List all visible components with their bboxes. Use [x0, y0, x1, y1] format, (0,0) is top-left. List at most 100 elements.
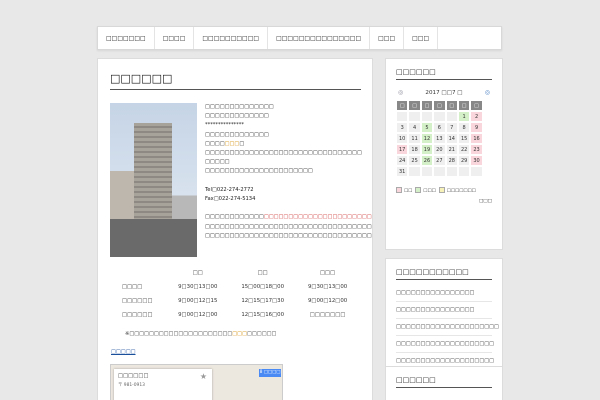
- hours-col-saturday: □□□: [319, 270, 336, 276]
- legend-item: □□: [396, 187, 412, 194]
- info-line: □□□□□□□□□□□□□: [205, 113, 269, 120]
- map-place-card: □□□□□□ 〒 981-0913 ★: [114, 369, 212, 400]
- description: □□□□□□□□□□□□□□□□□□□□□□□□□□□□□□□□□□□□□□□□…: [205, 214, 373, 221]
- map-link[interactable]: □□□□□: [111, 349, 360, 355]
- hours-header-row: □□ □□ □□□: [118, 266, 360, 280]
- calendar-weekday: □: [408, 100, 421, 111]
- map-place-title: □□□□□□: [118, 373, 149, 379]
- calendar-day[interactable]: 22: [457, 144, 471, 155]
- calendar-day[interactable]: 14: [445, 133, 458, 144]
- calendar-empty-cell: [457, 166, 471, 177]
- calendar-day[interactable]: 12: [420, 133, 434, 144]
- calendar-day[interactable]: 25: [408, 155, 421, 166]
- calendar-day[interactable]: 19: [420, 144, 434, 155]
- calendar-empty-cell: [396, 111, 409, 122]
- calendar-legend: □□ □□□ □□□□□□□: [396, 187, 492, 194]
- info-line: □□□□□□□□□□□□□□: [205, 104, 274, 110]
- legend-item: □□□□□□□: [438, 187, 476, 194]
- calendar-day[interactable]: 20: [433, 144, 446, 155]
- clinic-intro: □□□□□□□□□□□□□□ □□□□□□□□□□□□□ ***********…: [110, 103, 372, 257]
- calendar-widget-title: □□□□□□: [396, 68, 492, 80]
- calendar-day[interactable]: 6: [433, 122, 446, 133]
- news-link[interactable]: □□□□□□□□□□□□□□□□□□□□: [396, 336, 494, 353]
- prev-month-icon[interactable]: ◎: [398, 89, 403, 96]
- calendar-day[interactable]: 15: [457, 133, 471, 144]
- calendar-day[interactable]: 2: [470, 111, 483, 122]
- calendar-day[interactable]: 13: [433, 133, 446, 144]
- nav-item-3[interactable]: □□□□□□□□□□: [194, 27, 269, 49]
- news-list: □□□□□□□□□□□□□□□□ □□□□□□□□□□□□□□□□ □□□□□□…: [396, 285, 499, 370]
- top-navigation: □□□□□□□ □□□□ □□□□□□□□□□ □□□□□□□□□□□□□□□ …: [97, 26, 502, 50]
- nav-item-5[interactable]: □□□: [370, 27, 405, 49]
- calendar-empty-cell: [433, 166, 446, 177]
- calendar-day[interactable]: 9: [470, 122, 483, 133]
- calendar-weekday: □: [457, 100, 471, 111]
- clinic-info: □□□□□□□□□□□□□□ □□□□□□□□□□□□□ ***********…: [205, 103, 373, 257]
- third-widget: □□□□□□: [385, 366, 503, 400]
- info-line: □□□□□□□□□□□□□: [205, 131, 269, 138]
- calendar-more-link[interactable]: □□□: [396, 199, 492, 204]
- nav-item-4[interactable]: □□□□□□□□□□□□□□□: [268, 27, 371, 49]
- calendar-day[interactable]: 10: [396, 133, 409, 144]
- info-line: □□□□□□□□□□□□□□□□□□□□□□: [205, 168, 313, 175]
- news-link[interactable]: □□□□□□□□□□□□□□□□□□□□□: [396, 319, 499, 336]
- calendar-day[interactable]: 24: [396, 155, 409, 166]
- calendar-day[interactable]: 21: [445, 144, 458, 155]
- hours-row: □□□□ 9□30□13□00 15□00□18□00 9□30□13□00: [122, 284, 348, 290]
- page-title: □□□□□□: [110, 72, 361, 90]
- next-month-icon[interactable]: ◎: [485, 89, 490, 96]
- calendar-empty-cell: [408, 166, 421, 177]
- tel-number: Tel□022-274-2772: [205, 186, 254, 193]
- info-line: □□□□□□□□□□□□□□□□□□□□□□□□□□□□□□□□: [205, 150, 362, 157]
- info-line: □□□□□□□□: [205, 140, 245, 147]
- calendar-weekday: □: [433, 100, 446, 111]
- legend-item: □□□: [415, 187, 436, 194]
- calendar-day[interactable]: 17: [396, 144, 409, 155]
- star-icon[interactable]: ★: [200, 372, 207, 381]
- fax-number: Fax□022-274-5134: [205, 196, 256, 203]
- calendar-day[interactable]: 16: [470, 133, 483, 144]
- map-directions-button[interactable]: 8 □□□□: [259, 369, 281, 377]
- calendar-weekday: □: [396, 100, 409, 111]
- info-line: □□□□□: [205, 159, 230, 166]
- calendar-empty-cell: [445, 111, 458, 122]
- calendar-day[interactable]: 1: [457, 111, 471, 122]
- nav-item-1[interactable]: □□□□□□□: [98, 27, 155, 49]
- calendar-day[interactable]: 30: [470, 155, 483, 166]
- calendar-day[interactable]: 26: [420, 155, 434, 166]
- calendar-day[interactable]: 23: [470, 144, 483, 155]
- hours-col-afternoon: □□: [257, 270, 268, 276]
- calendar-day[interactable]: 18: [408, 144, 421, 155]
- calendar-header: ◎ 2017 □□7 □ ◎: [396, 89, 492, 97]
- calendar-day[interactable]: 31: [396, 166, 409, 177]
- calendar-day[interactable]: 7: [445, 122, 458, 133]
- calendar-day[interactable]: 5: [420, 122, 434, 133]
- news-widget: □□□□□□□□□□□ □□□□□□□□□□□□□□□□ □□□□□□□□□□□…: [385, 258, 503, 370]
- info-line: ***************: [205, 122, 244, 129]
- embedded-map[interactable]: □□□□□□ 〒 981-0913 ★ 8 □□□□: [110, 364, 283, 400]
- hours-col-morning: □□: [192, 270, 203, 276]
- nav-item-6[interactable]: □□□: [404, 27, 439, 49]
- calendar-day[interactable]: 27: [433, 155, 446, 166]
- nav-item-2[interactable]: □□□□: [155, 27, 195, 49]
- calendar-day[interactable]: 11: [408, 133, 421, 144]
- news-link[interactable]: □□□□□□□□□□□□□□□□: [396, 302, 492, 319]
- calendar-empty-cell: [445, 166, 458, 177]
- calendar-day[interactable]: 4: [408, 122, 421, 133]
- news-widget-title: □□□□□□□□□□□: [396, 268, 492, 280]
- calendar-weekday: □: [445, 100, 458, 111]
- office-hours-table: □□ □□ □□□ □□□□ 9□30□13□00 15□00□18□00 9□…: [118, 266, 360, 322]
- map-place-address: 〒 981-0913: [118, 383, 145, 388]
- calendar-grid: □ □ □ □ □ □ □ 1 2 3 4 5 6 7 8 9 10 11 12 13 14 15 16 17 18 19 20 21…: [396, 100, 492, 177]
- calendar-empty-cell: [420, 166, 434, 177]
- main-content: □□□□□□ □□□□□□□□□□□□□□ □□□□□□□□□□□□□ ****…: [97, 58, 373, 400]
- calendar-day[interactable]: 8: [457, 122, 471, 133]
- third-widget-title: □□□□□□: [396, 376, 492, 388]
- calendar-day[interactable]: 29: [457, 155, 471, 166]
- hours-note: ※□□□□□□□□□□□□□□□□□□□□□□□□□□□□□□: [125, 331, 277, 337]
- calendar-day[interactable]: 3: [396, 122, 409, 133]
- news-link[interactable]: □□□□□□□□□□□□□□□□: [396, 285, 492, 302]
- calendar-widget: □□□□□□ ◎ 2017 □□7 □ ◎ □ □ □ □ □ □ □ 1 2 3 4 5 6 7 8 9 10…: [385, 58, 503, 250]
- calendar-day[interactable]: 28: [445, 155, 458, 166]
- hours-row: □□□□□□ 9□00□12□00 12□15□16□00 □□□□□□□: [122, 312, 346, 318]
